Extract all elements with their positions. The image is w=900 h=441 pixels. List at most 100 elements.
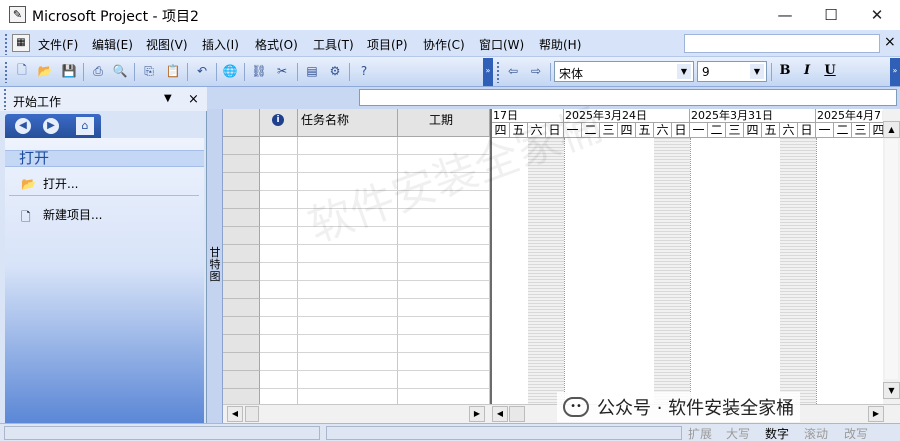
- scroll-track[interactable]: [885, 139, 898, 379]
- project-doc-icon[interactable]: ✎: [9, 6, 26, 23]
- paste-icon[interactable]: 📋: [163, 61, 183, 81]
- menu-edit[interactable]: 编辑(E): [92, 36, 133, 53]
- table-cell[interactable]: [398, 353, 490, 371]
- forward-icon[interactable]: ▶: [43, 118, 59, 134]
- table-cell[interactable]: [260, 227, 298, 245]
- table-cell[interactable]: [298, 335, 398, 353]
- row-header[interactable]: [223, 155, 260, 173]
- row-header[interactable]: [223, 371, 260, 389]
- close-document-button[interactable]: ×: [884, 34, 896, 50]
- undo-icon[interactable]: ↶: [192, 61, 212, 81]
- table-cell[interactable]: [260, 191, 298, 209]
- table-cell[interactable]: [398, 173, 490, 191]
- table-cell[interactable]: [398, 335, 490, 353]
- table-cell[interactable]: [260, 245, 298, 263]
- table-cell[interactable]: [298, 317, 398, 335]
- table-cell[interactable]: [298, 245, 398, 263]
- new-project-link[interactable]: 🗋 新建项目...: [21, 206, 102, 224]
- table-cell[interactable]: [298, 263, 398, 281]
- chevron-down-icon[interactable]: ▼: [164, 93, 172, 104]
- menu-format[interactable]: 格式(O): [255, 36, 298, 53]
- row-header[interactable]: [223, 353, 260, 371]
- table-cell[interactable]: [260, 317, 298, 335]
- table-cell[interactable]: [398, 317, 490, 335]
- select-all-corner[interactable]: [223, 109, 260, 137]
- row-header[interactable]: [223, 209, 260, 227]
- menu-project[interactable]: 项目(P): [367, 36, 408, 53]
- row-header[interactable]: [223, 317, 260, 335]
- table-cell[interactable]: [398, 137, 490, 155]
- arrow-left-icon[interactable]: ⇦: [503, 61, 523, 81]
- toolbar-grip-icon[interactable]: [496, 61, 500, 83]
- menu-help[interactable]: 帮助(H): [539, 36, 581, 53]
- menu-file[interactable]: 文件(F): [38, 36, 78, 53]
- split-icon[interactable]: ⚙: [325, 61, 345, 81]
- menu-window[interactable]: 窗口(W): [479, 36, 524, 53]
- table-cell[interactable]: [398, 155, 490, 173]
- column-header-indicators[interactable]: i: [260, 109, 298, 137]
- home-icon[interactable]: ⌂: [76, 117, 94, 135]
- table-cell[interactable]: [260, 371, 298, 389]
- row-header[interactable]: [223, 227, 260, 245]
- table-cell[interactable]: [260, 173, 298, 191]
- table-cell[interactable]: [260, 335, 298, 353]
- menu-tools[interactable]: 工具(T): [313, 36, 354, 53]
- row-header[interactable]: [223, 299, 260, 317]
- table-cell[interactable]: [398, 209, 490, 227]
- table-cell[interactable]: [298, 353, 398, 371]
- table-cell[interactable]: [260, 137, 298, 155]
- open-icon[interactable]: 📂: [35, 61, 55, 81]
- sheet-horizontal-scrollbar[interactable]: ◀ ▶: [223, 404, 490, 423]
- print-icon[interactable]: ⎙: [88, 61, 108, 81]
- scroll-thumb[interactable]: [509, 406, 525, 422]
- new-icon[interactable]: 🗋: [12, 61, 32, 81]
- project-menu-icon[interactable]: ▦: [12, 34, 30, 52]
- scroll-up-icon[interactable]: ▲: [883, 121, 900, 138]
- italic-button[interactable]: I: [798, 62, 816, 80]
- unlink-tasks-icon[interactable]: ✂: [272, 61, 292, 81]
- row-header[interactable]: [223, 173, 260, 191]
- chevron-down-icon[interactable]: ▼: [677, 64, 691, 79]
- scroll-thumb[interactable]: [245, 406, 259, 422]
- scroll-left-icon[interactable]: ◀: [227, 406, 243, 422]
- row-header[interactable]: [223, 281, 260, 299]
- table-cell[interactable]: [260, 281, 298, 299]
- table-cell[interactable]: [298, 227, 398, 245]
- close-window-button[interactable]: ✕: [854, 0, 900, 30]
- minimize-button[interactable]: —: [762, 0, 808, 30]
- column-header-task-name[interactable]: 任务名称: [298, 109, 398, 137]
- open-link[interactable]: 📂 打开...: [21, 175, 78, 192]
- help-search-input[interactable]: [684, 34, 880, 53]
- table-cell[interactable]: [298, 137, 398, 155]
- scroll-down-icon[interactable]: ▼: [883, 382, 900, 399]
- table-cell[interactable]: [298, 371, 398, 389]
- help-icon[interactable]: ?: [354, 61, 374, 81]
- bold-button[interactable]: B: [776, 62, 794, 80]
- link-tasks-icon[interactable]: ⛓: [249, 61, 269, 81]
- toolbar-options-icon[interactable]: »: [890, 58, 900, 86]
- row-header[interactable]: [223, 263, 260, 281]
- task-pane-grip-icon[interactable]: [3, 88, 7, 110]
- table-cell[interactable]: [298, 281, 398, 299]
- table-cell[interactable]: [260, 353, 298, 371]
- toolbar-options-icon[interactable]: »: [483, 58, 493, 86]
- chevron-down-icon[interactable]: ▼: [750, 64, 764, 79]
- table-cell[interactable]: [398, 263, 490, 281]
- table-cell[interactable]: [298, 191, 398, 209]
- arrow-right-icon[interactable]: ⇨: [526, 61, 546, 81]
- table-cell[interactable]: [398, 299, 490, 317]
- row-header[interactable]: [223, 335, 260, 353]
- close-icon[interactable]: ×: [188, 92, 199, 107]
- copy-icon[interactable]: ⎘: [139, 61, 159, 81]
- table-cell[interactable]: [260, 209, 298, 227]
- table-cell[interactable]: [398, 281, 490, 299]
- table-cell[interactable]: [398, 245, 490, 263]
- menu-collaborate[interactable]: 协作(C): [423, 36, 465, 53]
- row-header[interactable]: [223, 137, 260, 155]
- back-icon[interactable]: ◀: [15, 118, 31, 134]
- table-cell[interactable]: [260, 299, 298, 317]
- maximize-button[interactable]: ☐: [808, 0, 854, 30]
- menu-insert[interactable]: 插入(I): [202, 36, 239, 53]
- table-cell[interactable]: [398, 227, 490, 245]
- save-icon[interactable]: 💾: [59, 61, 79, 81]
